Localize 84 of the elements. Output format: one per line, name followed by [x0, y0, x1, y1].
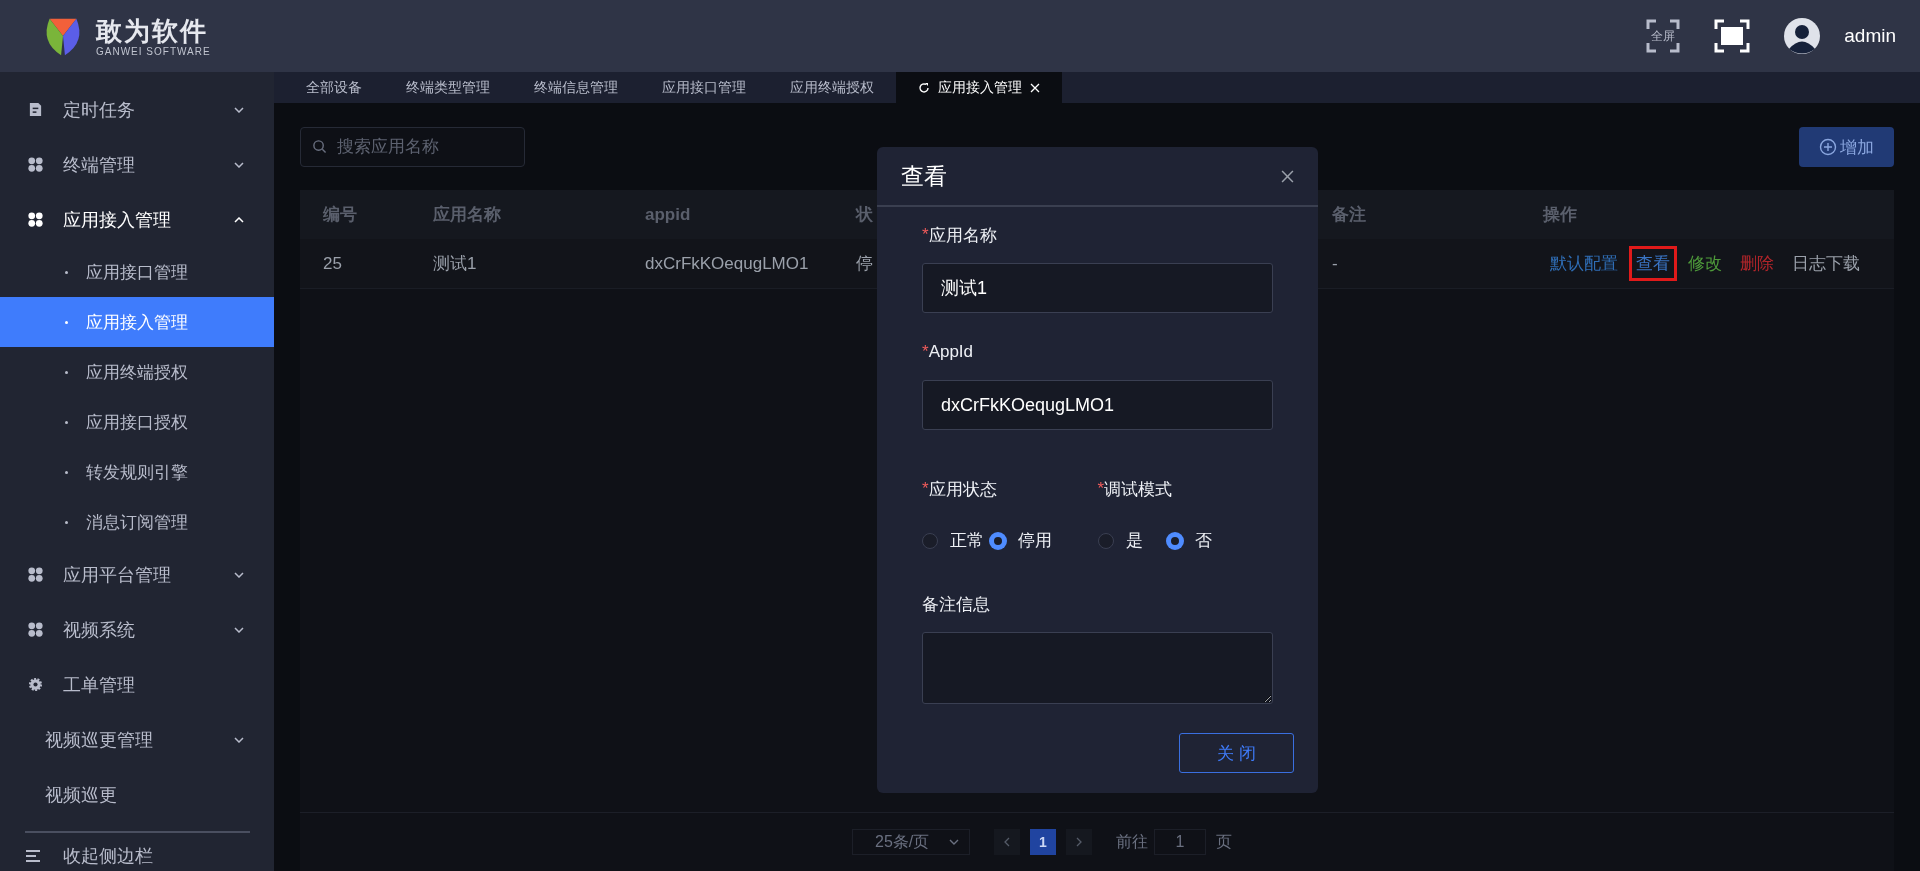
field-label: 应用状态	[928, 478, 997, 501]
page-suffix: 页	[1216, 831, 1232, 852]
chevron-left-icon	[1004, 837, 1010, 847]
logo-title: 敢为软件	[96, 15, 209, 46]
refresh-icon	[918, 81, 930, 94]
sidebar-subitem[interactable]: 转发规则引擎	[0, 447, 274, 497]
sidebar-subitem[interactable]: 应用接入管理	[0, 297, 274, 347]
sidebar-subitem[interactable]: 应用接口管理	[0, 247, 274, 297]
notes-field[interactable]	[922, 632, 1273, 704]
field-label: 调试模式	[1104, 478, 1173, 501]
sidebar-item[interactable]: 视频巡更	[0, 767, 274, 822]
gear-icon	[28, 677, 43, 692]
tab[interactable]: 全部设备	[284, 72, 384, 103]
sidebar-item[interactable]: 应用平台管理	[0, 547, 274, 602]
field-label: 备注信息	[922, 593, 990, 616]
chevron-down-icon	[949, 839, 959, 845]
action-link[interactable]: 日志下载	[1785, 246, 1867, 281]
grid-icon	[28, 567, 43, 582]
column-header: 操作	[1541, 204, 1578, 226]
action-link[interactable]: 查看	[1629, 246, 1677, 281]
username[interactable]: admin	[1844, 25, 1896, 47]
add-button[interactable]: 增加	[1799, 127, 1894, 167]
search-icon	[312, 139, 327, 154]
close-icon[interactable]	[1281, 169, 1294, 183]
sidebar-subitem[interactable]: 消息订阅管理	[0, 497, 274, 547]
sidebar-subitem[interactable]: 应用接口授权	[0, 397, 274, 447]
required-mark: *	[922, 342, 929, 362]
table-cell-text: 25	[322, 253, 343, 274]
tab[interactable]: 终端信息管理	[512, 72, 640, 103]
radio-option[interactable]: 正常	[922, 529, 984, 552]
tab[interactable]: 应用接入管理	[896, 72, 1062, 103]
radio-button[interactable]	[1166, 532, 1183, 549]
action-link[interactable]: 默认配置	[1543, 246, 1625, 281]
document-icon	[28, 102, 43, 117]
fullscreen-icon[interactable]	[1714, 19, 1751, 53]
radio-option[interactable]: 停用	[990, 529, 1052, 552]
tab[interactable]: 应用接口管理	[640, 72, 768, 103]
text-field[interactable]: 测试1	[922, 263, 1273, 313]
sidebar-item[interactable]: 应用接入管理	[0, 192, 274, 247]
required-mark: *	[922, 479, 929, 499]
page-size-select[interactable]: 25条/页	[852, 829, 970, 855]
column-header: 状	[854, 204, 874, 226]
table-cell-text: -	[1331, 253, 1339, 274]
field-label: 应用名称	[928, 224, 997, 247]
column-header: appid	[644, 204, 692, 225]
tab[interactable]: 终端类型管理	[384, 72, 512, 103]
plus-circle-icon	[1819, 138, 1837, 156]
sidebar-item[interactable]: 视频系统	[0, 602, 274, 657]
search-field[interactable]: 搜索应用名称	[300, 127, 525, 167]
radio-option[interactable]: 是	[1097, 529, 1143, 552]
column-header: 应用名称	[432, 204, 502, 226]
dialog-title: 查看	[901, 161, 947, 191]
radio-button[interactable]	[990, 532, 1006, 549]
chevron-right-icon	[1076, 837, 1082, 847]
goto-label: 前往	[1116, 831, 1148, 852]
action-link[interactable]: 修改	[1681, 246, 1729, 281]
text-field[interactable]: dxCrFkKOequgLMO1	[922, 380, 1273, 430]
required-mark: *	[1097, 479, 1105, 499]
required-mark: *	[922, 225, 929, 245]
menu-icon	[25, 849, 41, 863]
avatar-icon[interactable]	[1784, 18, 1821, 54]
sidebar-item[interactable]: 工单管理	[0, 657, 274, 712]
grid-icon	[28, 157, 43, 172]
table-cell-text: 停	[855, 253, 874, 275]
grid-icon	[28, 622, 43, 637]
tab[interactable]: 应用终端授权	[768, 72, 896, 103]
column-header: 备注	[1331, 204, 1367, 226]
page-number[interactable]: 1	[1030, 829, 1056, 855]
fullscreen-button[interactable]: 全屏	[1646, 19, 1681, 53]
logo-subtitle: GANWEI SOFTWARE	[96, 45, 211, 57]
sidebar-item[interactable]: 终端管理	[0, 137, 274, 192]
close-button[interactable]: 关 闭	[1179, 733, 1294, 773]
radio-button[interactable]	[1097, 532, 1114, 549]
grid-icon	[28, 212, 43, 227]
goto-page-field[interactable]: 1	[1154, 829, 1206, 855]
table-cell-text: 测试1	[432, 253, 478, 275]
radio-button[interactable]	[922, 532, 938, 549]
sidebar-subitem[interactable]: 应用终端授权	[0, 347, 274, 397]
field-label: AppId	[928, 342, 974, 362]
sidebar-item[interactable]: 视频巡更管理	[0, 712, 274, 767]
table-cell-text: dxCrFkKOequgLMO1	[644, 253, 810, 274]
radio-option[interactable]: 否	[1166, 529, 1212, 552]
column-header: 编号	[322, 204, 358, 226]
sidebar-item[interactable]: 定时任务	[0, 82, 274, 137]
